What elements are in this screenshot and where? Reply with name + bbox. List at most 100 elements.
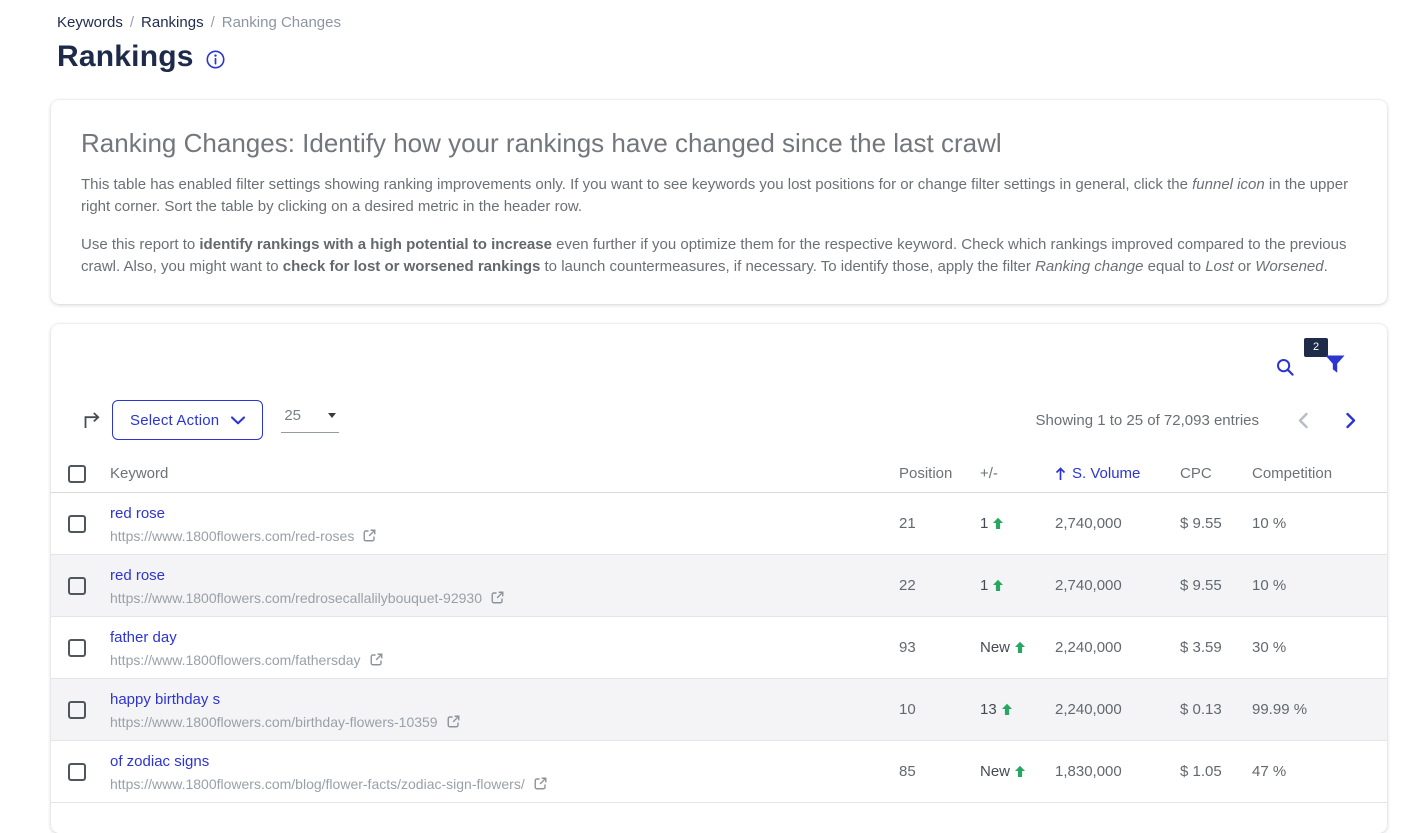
keyword-url: https://www.1800flowers.com/blog/flower-… bbox=[110, 776, 525, 792]
volume-cell: 2,740,000 bbox=[1055, 515, 1180, 532]
showing-entries-text: Showing 1 to 25 of 72,093 entries bbox=[1036, 412, 1260, 429]
filter-control: 2 bbox=[1323, 350, 1347, 376]
column-header-position[interactable]: Position bbox=[899, 465, 980, 482]
intro-paragraph-2: Use this report to identify rankings wit… bbox=[81, 234, 1357, 278]
up-arrow-icon bbox=[992, 517, 1004, 530]
competition-cell: 30 % bbox=[1252, 639, 1387, 656]
external-link-icon[interactable] bbox=[446, 714, 461, 729]
table-row: father day https://www.1800flowers.com/f… bbox=[51, 617, 1387, 679]
volume-cell: 2,240,000 bbox=[1055, 701, 1180, 718]
up-arrow-icon bbox=[992, 579, 1004, 592]
select-all-checkbox[interactable] bbox=[68, 465, 86, 483]
up-arrow-icon bbox=[1001, 703, 1013, 716]
change-cell: 13 bbox=[980, 701, 1055, 718]
keyword-cell: happy birthday s https://www.1800flowers… bbox=[110, 681, 899, 739]
keyword-cell: red rose https://www.1800flowers.com/red… bbox=[110, 495, 899, 553]
keyword-link[interactable]: red rose bbox=[110, 505, 165, 522]
volume-cell: 2,740,000 bbox=[1055, 577, 1180, 594]
next-page-icon[interactable] bbox=[1345, 412, 1357, 429]
volume-cell: 2,240,000 bbox=[1055, 639, 1180, 656]
position-cell: 93 bbox=[899, 639, 980, 656]
rankings-table: Keyword Position +/- S. Volume CPC Compe… bbox=[51, 455, 1387, 803]
page-size-value: 25 bbox=[284, 407, 301, 424]
table-body: red rose https://www.1800flowers.com/red… bbox=[51, 493, 1387, 803]
change-value: New bbox=[980, 763, 1010, 780]
volume-cell: 1,830,000 bbox=[1055, 763, 1180, 780]
competition-cell: 10 % bbox=[1252, 577, 1387, 594]
table-toolbar: Select Action 25 Showing 1 to 25 of 72,0… bbox=[51, 376, 1387, 440]
keyword-link[interactable]: red rose bbox=[110, 567, 165, 584]
breadcrumb: Keywords/Rankings/Ranking Changes bbox=[0, 0, 1422, 31]
funnel-icon[interactable] bbox=[1323, 350, 1347, 376]
select-action-label: Select Action bbox=[130, 412, 219, 429]
change-value: 13 bbox=[980, 701, 997, 718]
breadcrumb-keywords[interactable]: Keywords bbox=[57, 14, 123, 31]
table-actions-row: 2 bbox=[51, 324, 1387, 376]
row-checkbox[interactable] bbox=[68, 515, 86, 533]
keyword-link[interactable]: happy birthday s bbox=[110, 691, 220, 708]
caret-down-icon bbox=[328, 413, 336, 418]
change-cell: 1 bbox=[980, 515, 1055, 532]
change-cell: New bbox=[980, 763, 1055, 780]
column-header-cpc[interactable]: CPC bbox=[1180, 465, 1252, 482]
intro-paragraph-1: This table has enabled filter settings s… bbox=[81, 174, 1357, 218]
column-header-volume[interactable]: S. Volume bbox=[1055, 465, 1180, 482]
table-row: of zodiac signs https://www.1800flowers.… bbox=[51, 741, 1387, 803]
keyword-url: https://www.1800flowers.com/redrosecalla… bbox=[110, 590, 482, 606]
position-cell: 85 bbox=[899, 763, 980, 780]
change-cell: 1 bbox=[980, 577, 1055, 594]
table-row: red rose https://www.1800flowers.com/red… bbox=[51, 555, 1387, 617]
export-arrow-icon[interactable] bbox=[81, 409, 103, 431]
external-link-icon[interactable] bbox=[490, 590, 505, 605]
table-header-row: Keyword Position +/- S. Volume CPC Compe… bbox=[51, 455, 1387, 493]
column-header-competition[interactable]: Competition bbox=[1252, 465, 1387, 482]
change-value: 1 bbox=[980, 577, 988, 594]
position-cell: 10 bbox=[899, 701, 980, 718]
table-row: happy birthday s https://www.1800flowers… bbox=[51, 679, 1387, 741]
up-arrow-icon bbox=[1014, 641, 1026, 654]
keyword-cell: of zodiac signs https://www.1800flowers.… bbox=[110, 743, 899, 801]
keyword-cell: red rose https://www.1800flowers.com/red… bbox=[110, 557, 899, 615]
keyword-url: https://www.1800flowers.com/fathersday bbox=[110, 652, 361, 668]
breadcrumb-separator: / bbox=[211, 14, 215, 31]
search-icon[interactable] bbox=[1275, 357, 1296, 378]
breadcrumb-rankings[interactable]: Rankings bbox=[141, 14, 204, 31]
row-checkbox[interactable] bbox=[68, 639, 86, 657]
breadcrumb-current: Ranking Changes bbox=[222, 14, 341, 31]
keyword-link[interactable]: father day bbox=[110, 629, 177, 646]
change-value: New bbox=[980, 639, 1010, 656]
up-arrow-icon bbox=[1014, 765, 1026, 778]
column-header-change[interactable]: +/- bbox=[980, 465, 1055, 482]
page-size-select[interactable]: 25 bbox=[281, 407, 339, 433]
info-icon[interactable] bbox=[205, 49, 226, 70]
column-header-keyword[interactable]: Keyword bbox=[110, 465, 899, 482]
position-cell: 22 bbox=[899, 577, 980, 594]
external-link-icon[interactable] bbox=[362, 528, 377, 543]
competition-cell: 99.99 % bbox=[1252, 701, 1387, 718]
cpc-cell: $ 9.55 bbox=[1180, 515, 1252, 532]
page-header: Rankings bbox=[0, 31, 1422, 74]
position-cell: 21 bbox=[899, 515, 980, 532]
intro-card: Ranking Changes: Identify how your ranki… bbox=[51, 100, 1387, 304]
cpc-cell: $ 0.13 bbox=[1180, 701, 1252, 718]
previous-page-icon[interactable] bbox=[1297, 412, 1309, 429]
cpc-cell: $ 3.59 bbox=[1180, 639, 1252, 656]
competition-cell: 10 % bbox=[1252, 515, 1387, 532]
keyword-url: https://www.1800flowers.com/red-roses bbox=[110, 528, 354, 544]
cpc-cell: $ 1.05 bbox=[1180, 763, 1252, 780]
select-action-button[interactable]: Select Action bbox=[112, 400, 263, 440]
row-checkbox[interactable] bbox=[68, 763, 86, 781]
sort-ascending-icon bbox=[1055, 467, 1066, 481]
external-link-icon[interactable] bbox=[533, 776, 548, 791]
keyword-link[interactable]: of zodiac signs bbox=[110, 753, 209, 770]
change-cell: New bbox=[980, 639, 1055, 656]
intro-heading: Ranking Changes: Identify how your ranki… bbox=[81, 128, 1357, 159]
change-value: 1 bbox=[980, 515, 988, 532]
page-title: Rankings bbox=[57, 40, 194, 74]
external-link-icon[interactable] bbox=[369, 652, 384, 667]
keyword-url: https://www.1800flowers.com/birthday-flo… bbox=[110, 714, 438, 730]
row-checkbox[interactable] bbox=[68, 701, 86, 719]
row-checkbox[interactable] bbox=[68, 577, 86, 595]
rankings-table-card: 2 Select Action 25 Showing 1 to bbox=[51, 324, 1387, 833]
competition-cell: 47 % bbox=[1252, 763, 1387, 780]
